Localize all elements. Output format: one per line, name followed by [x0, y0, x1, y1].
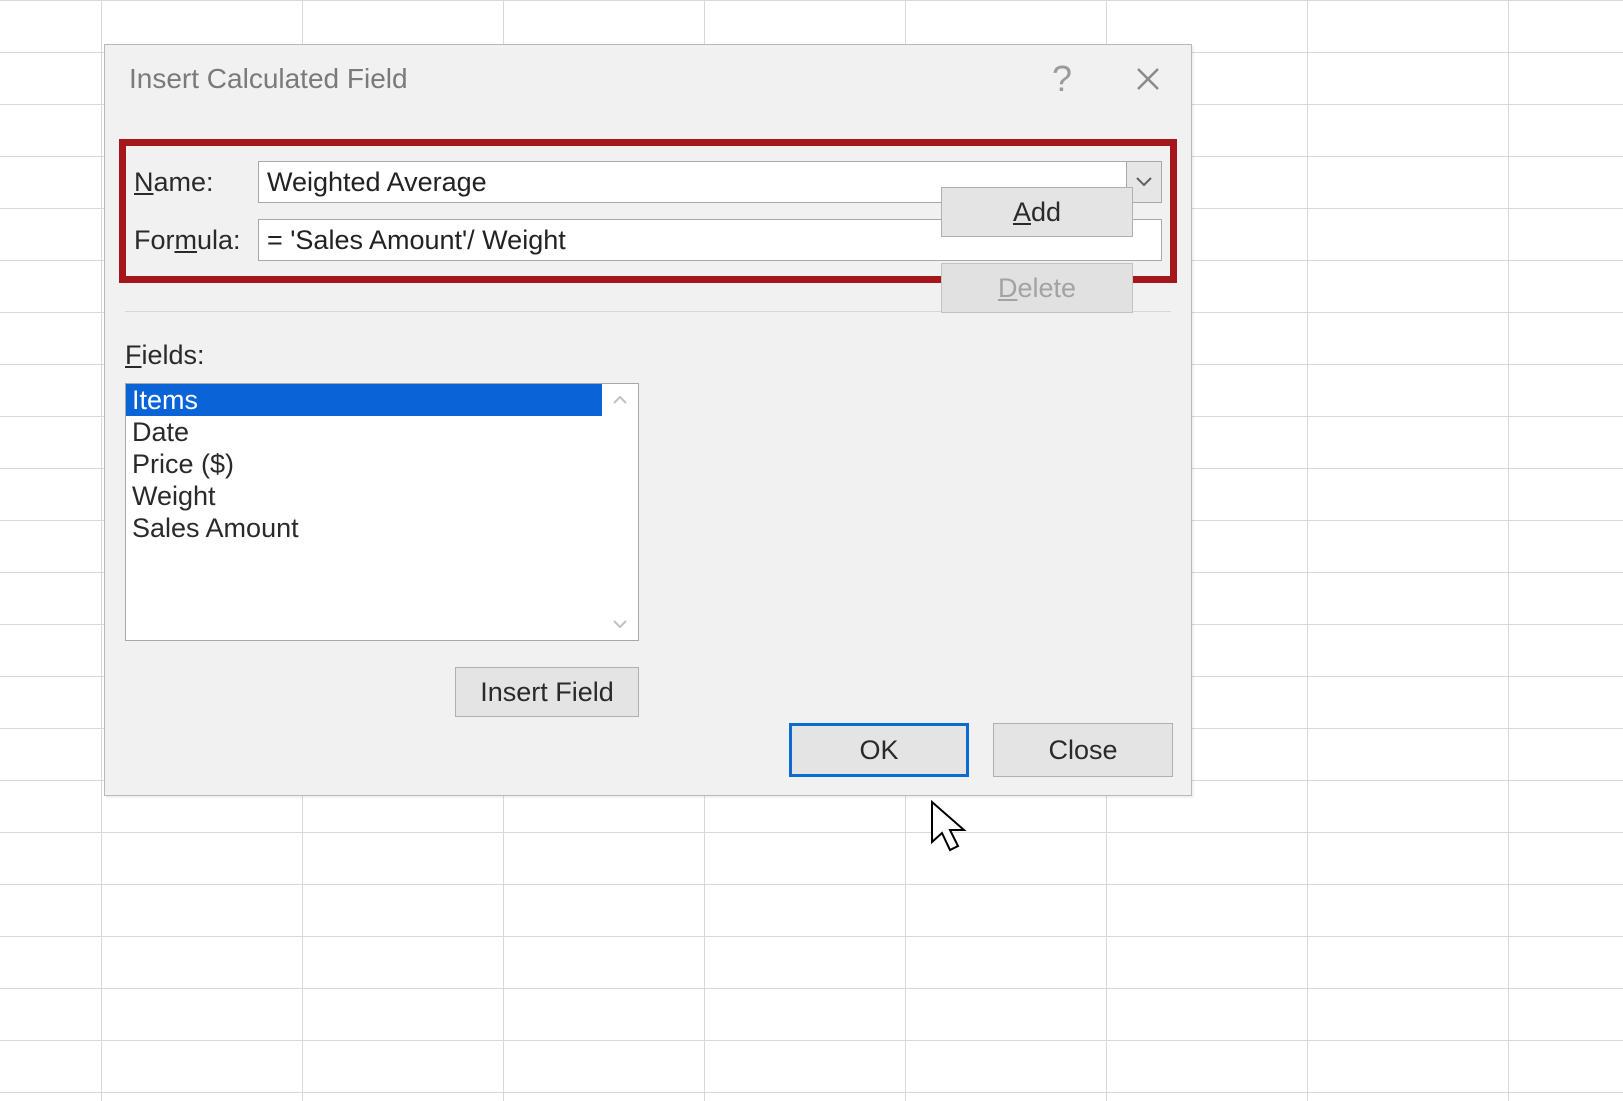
close-button[interactable]: Close [993, 723, 1173, 777]
fields-label: Fields: [125, 340, 1171, 371]
mouse-cursor-icon [930, 800, 974, 861]
list-item[interactable]: Items [126, 384, 602, 416]
listbox-scrollbar[interactable] [602, 384, 638, 640]
dialog-titlebar: Insert Calculated Field ? [105, 45, 1191, 113]
insert-calculated-field-dialog: Insert Calculated Field ? Name: Formula: [104, 44, 1192, 796]
name-label: Name: [130, 167, 258, 198]
add-button[interactable]: Add [941, 187, 1133, 237]
dialog-title: Insert Calculated Field [129, 63, 1019, 95]
scroll-down-icon[interactable] [602, 608, 638, 640]
list-item[interactable]: Date [126, 416, 602, 448]
ok-button[interactable]: OK [789, 723, 969, 777]
formula-label: Formula: [130, 225, 258, 256]
list-item[interactable]: Weight [126, 480, 602, 512]
delete-button: Delete [941, 263, 1133, 313]
list-item[interactable]: Price ($) [126, 448, 602, 480]
help-button[interactable]: ? [1019, 45, 1105, 113]
insert-field-button[interactable]: Insert Field [455, 667, 639, 717]
list-item[interactable]: Sales Amount [126, 512, 602, 544]
fields-listbox[interactable]: ItemsDatePrice ($)WeightSales Amount [125, 383, 639, 641]
close-icon[interactable] [1105, 45, 1191, 113]
scroll-up-icon[interactable] [602, 384, 638, 416]
chevron-down-icon [1136, 177, 1152, 187]
